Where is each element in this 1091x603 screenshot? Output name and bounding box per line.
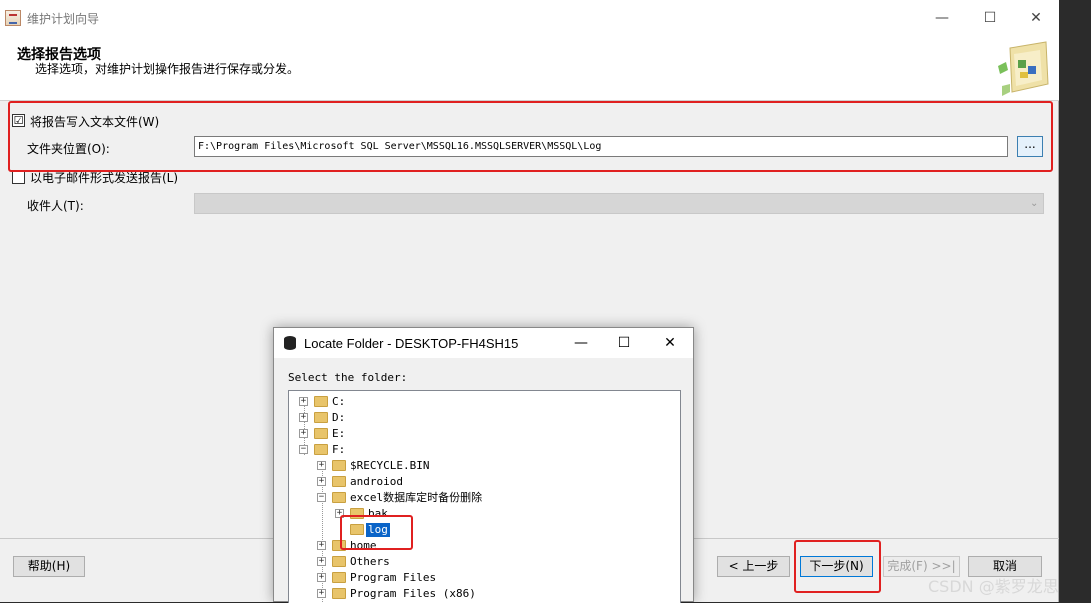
folder-icon	[314, 396, 328, 407]
help-button[interactable]: 帮助(H)	[13, 556, 85, 577]
dialog-titlebar: Locate Folder - DESKTOP-FH4SH15 — ☐ ✕	[274, 328, 693, 358]
minimize-button[interactable]: —	[919, 0, 965, 36]
expand-icon[interactable]: +	[299, 429, 308, 438]
wizard-header: 选择报告选项 选择选项，对维护计划操作报告进行保存或分发。	[0, 36, 1059, 101]
folder-icon	[332, 556, 346, 567]
wizard-app-icon	[5, 10, 21, 26]
page-subtitle: 选择选项，对维护计划操作报告进行保存或分发。	[35, 62, 300, 76]
expand-icon[interactable]: +	[317, 573, 326, 582]
csdn-watermark: CSDN @紫罗龙思	[928, 577, 1059, 596]
dialog-maximize-button[interactable]: ☐	[601, 328, 647, 358]
folder-icon	[332, 476, 346, 487]
folder-icon	[332, 492, 346, 503]
annotation-highlight-box	[340, 515, 413, 550]
expand-icon[interactable]: +	[317, 557, 326, 566]
dialog-close-button[interactable]: ✕	[647, 328, 693, 358]
select-folder-label: Select the folder:	[288, 371, 408, 384]
recipient-select[interactable]	[194, 193, 1044, 214]
expand-icon[interactable]: +	[317, 461, 326, 470]
database-icon	[284, 336, 296, 350]
expand-icon[interactable]: +	[317, 589, 326, 598]
window-title: 维护计划向导	[27, 12, 100, 26]
email-report-checkbox[interactable]	[12, 171, 25, 184]
expand-icon[interactable]: +	[317, 541, 326, 550]
chevron-down-icon: ⌄	[1030, 198, 1039, 209]
collapse-icon[interactable]: −	[317, 493, 326, 502]
back-button[interactable]: < 上一步	[717, 556, 790, 577]
folder-icon	[314, 428, 328, 439]
expand-icon[interactable]: +	[299, 413, 308, 422]
dialog-title: Locate Folder - DESKTOP-FH4SH15	[304, 336, 519, 351]
folder-tree[interactable]: + C: + D: + E: − F: + $RECYCLE.BIN + and…	[288, 390, 681, 603]
annotation-highlight-box	[8, 101, 1053, 172]
expand-icon[interactable]: +	[317, 477, 326, 486]
folder-icon	[332, 460, 346, 471]
annotation-highlight-box	[794, 540, 881, 593]
folder-icon	[314, 444, 328, 455]
dialog-minimize-button[interactable]: —	[558, 328, 604, 358]
folder-icon	[314, 412, 328, 423]
recipient-label: 收件人(T):	[27, 199, 84, 213]
folder-icon	[332, 572, 346, 583]
expand-icon[interactable]: +	[299, 397, 308, 406]
locate-folder-dialog: Locate Folder - DESKTOP-FH4SH15 — ☐ ✕ Se…	[273, 327, 694, 603]
wizard-graphic-icon	[998, 41, 1049, 96]
maximize-button[interactable]: ☐	[967, 0, 1013, 36]
collapse-icon[interactable]: −	[299, 445, 308, 454]
close-button[interactable]: ✕	[1013, 0, 1059, 36]
window-titlebar: 维护计划向导 — ☐ ✕	[0, 0, 1059, 36]
folder-icon	[332, 588, 346, 599]
